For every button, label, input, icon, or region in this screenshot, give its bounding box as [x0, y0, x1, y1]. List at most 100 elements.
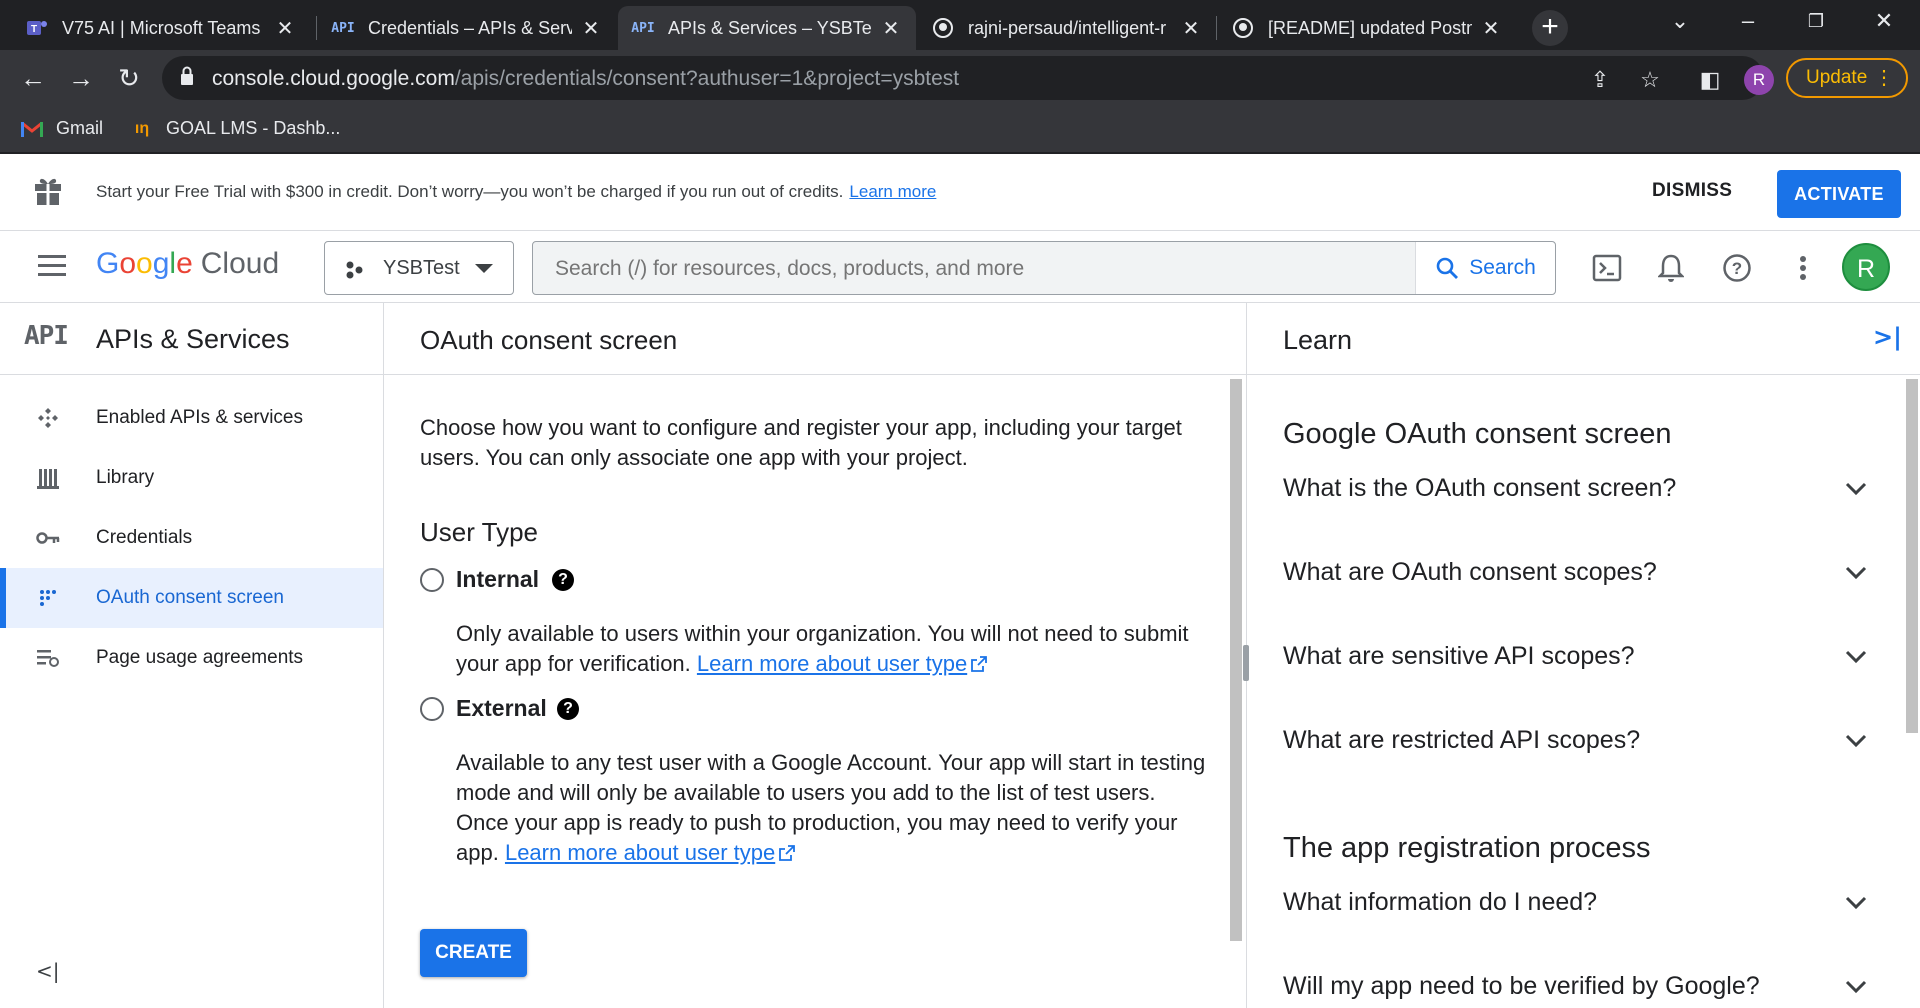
reload-icon[interactable]: ↻	[112, 62, 146, 94]
logo-letter: o	[136, 247, 153, 280]
collapse-learn-panel-icon[interactable]: >|	[1873, 323, 1902, 351]
goal-lms-icon: ıη	[134, 119, 150, 137]
sidebar-item-label: Enabled APIs & services	[96, 407, 303, 428]
sidebar-item-enabled-apis[interactable]: Enabled APIs & services	[0, 388, 383, 448]
help-icon[interactable]: ?	[1720, 251, 1754, 285]
key-icon	[36, 526, 60, 550]
internal-help-icon[interactable]: ?	[552, 569, 574, 591]
search-button[interactable]: Search	[1415, 242, 1555, 294]
faq-item[interactable]: What are restricted API scopes?	[1283, 726, 1867, 770]
cloud-shell-icon[interactable]	[1590, 251, 1624, 285]
panel-resize-handle[interactable]	[1243, 645, 1249, 681]
window-close-icon[interactable]: ✕	[1864, 8, 1904, 34]
dropdown-arrow-icon	[475, 264, 493, 273]
sidebar-item-page-usage[interactable]: Page usage agreements	[0, 628, 383, 688]
logo-letter: e	[176, 247, 193, 280]
faq-item[interactable]: What information do I need?	[1283, 888, 1867, 932]
notifications-bell-icon[interactable]	[1654, 251, 1688, 285]
external-help-icon[interactable]: ?	[557, 698, 579, 720]
free-trial-banner: Start your Free Trial with $300 in credi…	[0, 154, 1920, 231]
learn-header: Learn >|	[1247, 303, 1920, 375]
enabled-apis-icon	[36, 406, 60, 430]
account-avatar[interactable]: R	[1842, 243, 1890, 291]
faq-question: What is the OAuth consent screen?	[1283, 474, 1677, 502]
browser-tab[interactable]: API Credentials – APIs & Servi ✕	[318, 6, 616, 50]
internal-label[interactable]: Internal	[456, 566, 539, 593]
external-link-icon	[971, 656, 988, 672]
logo-letter: g	[152, 247, 170, 280]
external-label[interactable]: External	[456, 695, 547, 722]
lock-icon	[181, 66, 193, 85]
side-panel-icon[interactable]: ◧	[1694, 67, 1726, 93]
google-cloud-logo[interactable]: Google Cloud	[96, 247, 279, 281]
chevron-down-icon	[1845, 734, 1867, 748]
close-tab-icon[interactable]: ✕	[580, 16, 602, 41]
learn-more-user-type-link[interactable]: Learn more about user type	[505, 840, 775, 865]
sidebar-item-library[interactable]: Library	[0, 448, 383, 508]
back-arrow-icon[interactable]: ←	[16, 62, 50, 94]
project-picker[interactable]: YSBTest	[324, 241, 514, 295]
external-link-icon	[779, 845, 796, 861]
close-tab-icon[interactable]: ✕	[274, 16, 296, 41]
tab-title: V75 AI | Microsoft Teams	[62, 17, 261, 38]
url-text: console.cloud.google.com/apis/credential…	[212, 67, 960, 90]
external-radio[interactable]	[420, 697, 444, 721]
search-icon	[1436, 257, 1459, 279]
bookmark-gmail[interactable]: Gmail	[20, 118, 103, 139]
browser-tab-active[interactable]: API APIs & Services – YSBTest ✕	[618, 6, 916, 50]
browser-tab[interactable]: rajni-persaud/intelligent-r ✕	[918, 6, 1216, 50]
console-header: GoogleCloud YSBTest Search ? R	[0, 231, 1920, 303]
main-header: OAuth consent screen	[384, 303, 1246, 375]
collapse-sidebar-icon[interactable]: <|	[36, 959, 60, 983]
close-tab-icon[interactable]: ✕	[1480, 16, 1502, 41]
close-tab-icon[interactable]: ✕	[1180, 16, 1202, 41]
sidebar-item-oauth-consent[interactable]: OAuth consent screen	[0, 568, 383, 628]
faq-question: What are sensitive API scopes?	[1283, 642, 1635, 670]
faq-item[interactable]: Will my app need to be verified by Googl…	[1283, 972, 1867, 1008]
activate-button[interactable]: ACTIVATE	[1777, 170, 1901, 218]
update-button[interactable]: Update ⋮	[1786, 58, 1908, 98]
create-button[interactable]: CREATE	[420, 929, 527, 977]
page-title: OAuth consent screen	[420, 325, 678, 355]
restore-icon[interactable]: ❐	[1796, 11, 1836, 32]
share-icon[interactable]: ⇪	[1584, 67, 1616, 93]
internal-radio[interactable]	[420, 568, 444, 592]
faq-question: What are restricted API scopes?	[1283, 726, 1641, 754]
learn-more-user-type-link[interactable]: Learn more about user type	[697, 651, 967, 676]
forward-arrow-icon[interactable]: →	[64, 62, 98, 94]
intro-text: Choose how you want to configure and reg…	[420, 415, 1182, 470]
browser-tab[interactable]: T V75 AI | Microsoft Teams ✕	[12, 6, 310, 50]
faq-item[interactable]: What are OAuth consent scopes?	[1283, 558, 1867, 602]
project-name: YSBTest	[383, 257, 460, 279]
learn-scrollbar[interactable]	[1906, 379, 1918, 733]
main-scrollbar[interactable]	[1230, 379, 1242, 941]
tab-title: [README] updated Postm	[1268, 17, 1472, 38]
learn-more-link[interactable]: Learn more	[849, 182, 936, 201]
menu-icon[interactable]	[38, 255, 66, 282]
learn-title: Learn	[1283, 325, 1353, 355]
search-input[interactable]	[555, 257, 1415, 281]
tab-search-chevron-icon[interactable]: ⌄	[1660, 8, 1700, 34]
user-type-heading: User Type	[420, 517, 539, 547]
close-tab-icon[interactable]: ✕	[880, 16, 902, 41]
faq-item[interactable]: What are sensitive API scopes?	[1283, 642, 1867, 686]
chevron-down-icon	[1845, 482, 1867, 496]
faq-item[interactable]: What is the OAuth consent screen?	[1283, 474, 1867, 518]
bookmark-star-icon[interactable]: ☆	[1634, 67, 1666, 93]
new-tab-button[interactable]: +	[1532, 10, 1568, 46]
bookmark-goal-lms[interactable]: ıη GOAL LMS - Dashb...	[130, 118, 341, 139]
browser-profile-avatar[interactable]: R	[1744, 65, 1774, 95]
browser-tab[interactable]: [README] updated Postm ✕	[1218, 6, 1516, 50]
more-vert-icon: ⋮	[1874, 67, 1894, 89]
cloud-wordmark: Cloud	[200, 247, 280, 280]
sidebar-item-label: Credentials	[96, 527, 193, 548]
sidebar-item-credentials[interactable]: Credentials	[0, 508, 383, 568]
internal-description: Only available to users within your orga…	[456, 621, 1189, 676]
api-logo-icon: API	[24, 321, 69, 351]
tab-divider	[316, 16, 317, 40]
minimize-icon[interactable]: –	[1728, 8, 1768, 34]
sidebar-item-label: Library	[96, 467, 155, 488]
more-options-icon[interactable]	[1786, 251, 1820, 285]
dismiss-button[interactable]: DISMISS	[1652, 180, 1732, 202]
gmail-icon	[20, 120, 44, 138]
